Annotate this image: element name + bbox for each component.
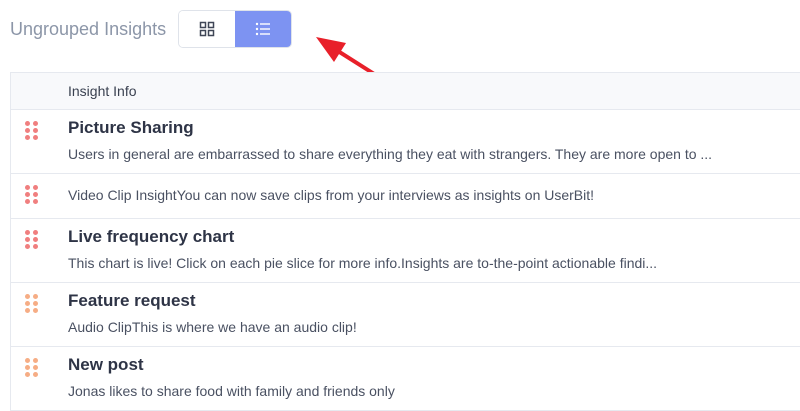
insight-description: Audio ClipThis is where we have an audio… [68, 319, 357, 335]
drag-handle-icon[interactable] [25, 230, 39, 250]
drag-handle-icon[interactable] [25, 358, 39, 378]
table-row[interactable]: Video Clip InsightYou can now save clips… [11, 174, 800, 219]
insights-table: Insight Info Picture Sharing Users in ge… [10, 72, 800, 411]
grid-icon [199, 21, 215, 37]
insight-description: This chart is live! Click on each pie sl… [68, 255, 658, 271]
list-icon [255, 22, 271, 36]
insight-title[interactable]: Feature request [68, 291, 196, 311]
grid-view-button[interactable] [179, 11, 236, 47]
insight-title[interactable]: New post [68, 355, 144, 375]
list-view-button[interactable] [235, 11, 292, 47]
insight-description: Video Clip InsightYou can now save clips… [68, 187, 595, 203]
drag-handle-icon[interactable] [25, 294, 39, 314]
drag-handle-icon[interactable] [25, 185, 39, 205]
insight-description: Jonas likes to share food with family an… [68, 383, 395, 399]
insight-description: Users in general are embarrassed to shar… [68, 146, 713, 162]
table-row[interactable]: Picture Sharing Users in general are emb… [11, 110, 800, 174]
insights-page: Ungrouped Insights Insight Info Picture … [0, 0, 800, 411]
page-header: Ungrouped Insights [10, 10, 293, 48]
table-row[interactable]: New post Jonas likes to share food with … [11, 347, 800, 411]
view-toggle [178, 10, 293, 48]
table-row[interactable]: Feature request Audio ClipThis is where … [11, 283, 800, 347]
insight-title[interactable]: Picture Sharing [68, 118, 194, 138]
column-header: Insight Info [11, 73, 800, 110]
column-header-label: Insight Info [68, 83, 137, 99]
table-row[interactable]: Live frequency chart This chart is live!… [11, 219, 800, 283]
insight-title[interactable]: Live frequency chart [68, 227, 234, 247]
drag-handle-icon[interactable] [25, 121, 39, 141]
page-title: Ungrouped Insights [10, 18, 167, 39]
